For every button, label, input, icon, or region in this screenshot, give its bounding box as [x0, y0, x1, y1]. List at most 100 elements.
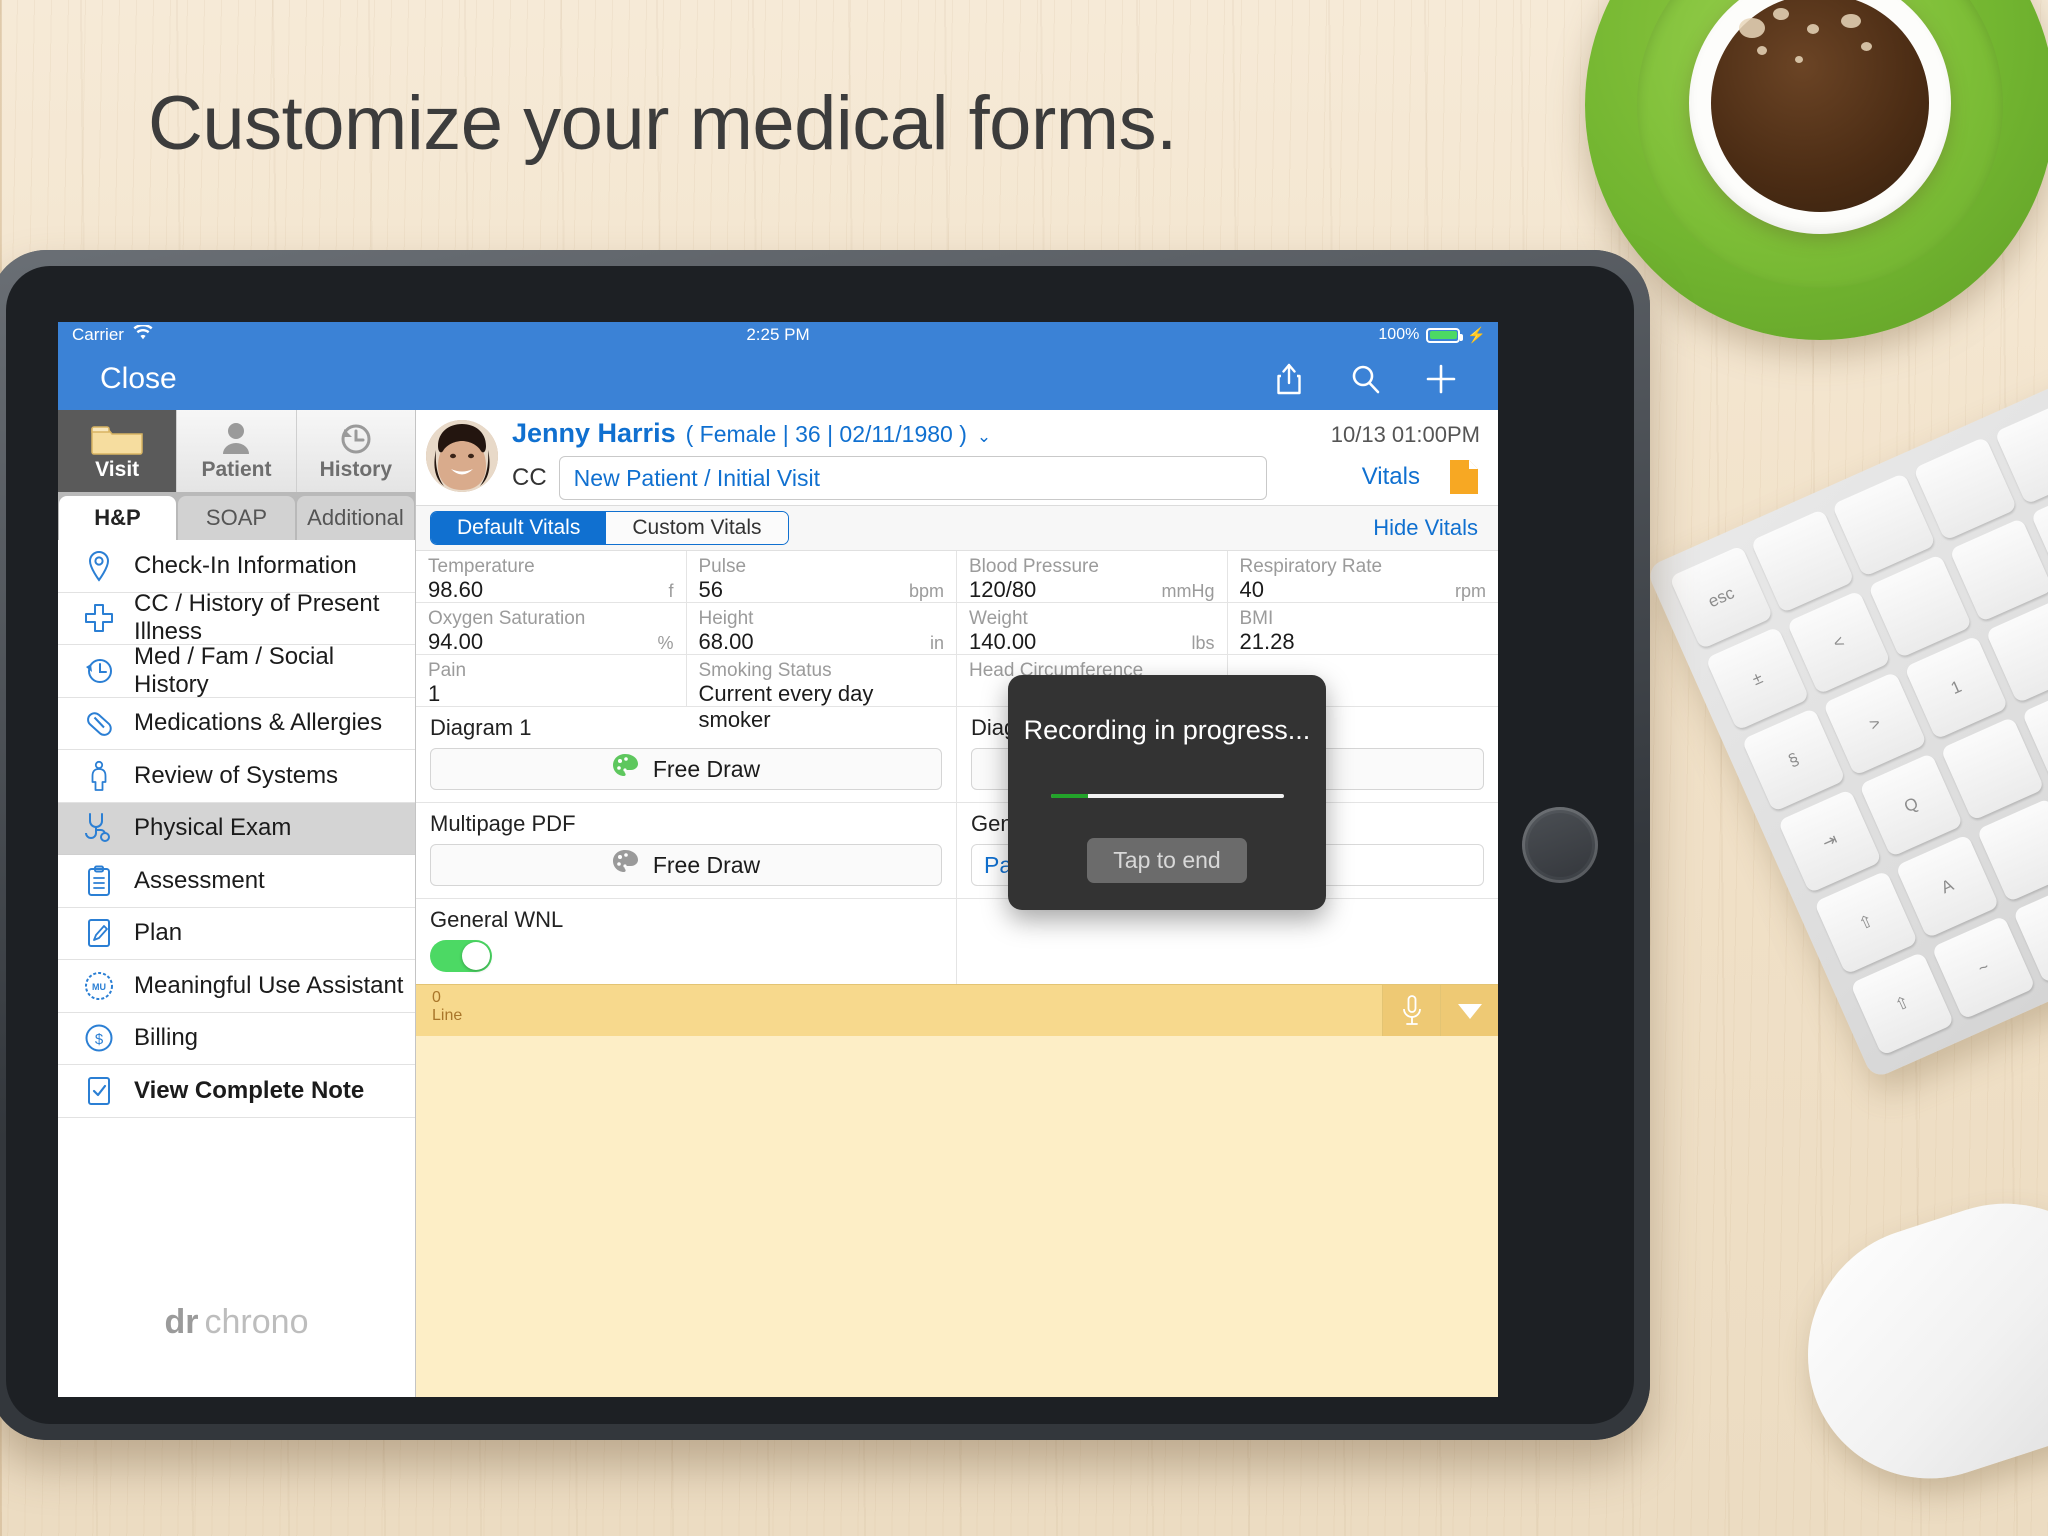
sidebar-item-label: Check-In Information [134, 551, 357, 579]
recording-progress-bar [1050, 794, 1284, 798]
sidebar-item-label: Med / Fam / Social History [134, 642, 335, 698]
general-wnl-toggle[interactable] [430, 940, 492, 972]
vital-cell-temperature[interactable]: Temperature 98.60 f [416, 551, 687, 603]
nav-bar: Close [58, 348, 1498, 410]
vital-label: Pain [428, 660, 467, 681]
clipboard-checklist-icon [82, 864, 116, 898]
brand-mark: dr [164, 1302, 199, 1341]
palette-icon [612, 849, 640, 881]
app-body: Visit Patient History H&P SOAP Additiona… [58, 410, 1498, 1397]
free-draw-label: Free Draw [652, 851, 761, 878]
checked-document-icon [82, 1074, 116, 1108]
segment-patient[interactable]: Patient [177, 410, 297, 492]
patient-header: Jenny Harris ( Female | 36 | 02/11/1980 … [416, 410, 1498, 506]
vital-label: Blood Pressure [969, 556, 1099, 577]
avatar[interactable] [426, 420, 498, 492]
vital-cell-pain[interactable]: Pain 1 [416, 655, 687, 707]
sidebar-item-view-complete-note[interactable]: View Complete Note [58, 1065, 415, 1118]
keyboard-accessory-bar: 0 Line [416, 984, 1498, 1036]
sidebar-item-meaningful-use-assistant[interactable]: MU Meaningful Use Assistant [58, 960, 415, 1013]
segment-visit[interactable]: Visit [58, 410, 178, 492]
vital-unit: mmHg [1161, 580, 1215, 601]
foam-bubble [1795, 56, 1803, 63]
document-icon[interactable] [1448, 458, 1480, 496]
sidebar-item-check-in-information[interactable]: Check-In Information [58, 540, 415, 593]
mu-badge-icon: MU [82, 969, 116, 1003]
tap-to-end-button[interactable]: Tap to end [1087, 838, 1247, 883]
sidebar-item-plan[interactable]: Plan [58, 908, 415, 960]
brand-name: chrono [204, 1302, 309, 1341]
magic-mouse [1774, 1170, 2048, 1510]
chevron-down-icon[interactable]: ⌄ [977, 427, 991, 447]
sidebar-item-med-fam-social-history[interactable]: Med / Fam / Social History [58, 642, 415, 698]
patient-main: Jenny Harris ( Female | 36 | 02/11/1980 … [498, 418, 1283, 500]
folder-icon [89, 420, 145, 456]
vital-value: 120/80 [969, 576, 1037, 602]
vital-cell-respiratory-rate[interactable]: Respiratory Rate 40 rpm [1227, 551, 1498, 603]
vital-label: Smoking Status [698, 660, 832, 681]
segment-history[interactable]: History [296, 410, 415, 492]
vital-cell-pulse[interactable]: Pulse 56 bpm [686, 551, 957, 603]
chevron-down-triangle-icon[interactable] [1440, 985, 1498, 1036]
tab-default-vitals[interactable]: Default Vitals [431, 512, 607, 544]
tab-custom-vitals[interactable]: Custom Vitals [606, 512, 788, 544]
free-draw-button[interactable]: Free Draw [430, 748, 942, 790]
desk-scene: Customize your medical forms. esc ± < § … [0, 0, 2048, 1536]
vital-cell-height[interactable]: Height 68.00 in [686, 603, 957, 655]
ipad-device: Carrier 2:25 PM 100% ⚡ Close Visit Patie… [0, 250, 1650, 1440]
vital-cell-oxygen-saturation[interactable]: Oxygen Saturation 94.00% [416, 603, 687, 655]
microphone-icon[interactable] [1382, 985, 1440, 1036]
free-draw-button[interactable]: Free Draw [430, 844, 942, 886]
sidebar-item-assessment[interactable]: Assessment [58, 855, 415, 908]
chief-complaint-input[interactable]: New Patient / Initial Visit [558, 456, 1267, 500]
section-list: Check-In Information CC / History of Pre… [58, 540, 415, 1247]
segment-history-label: History [319, 458, 392, 481]
vital-cell-blood-pressure[interactable]: Blood Pressure 120/80 mmHg [957, 551, 1228, 603]
foam-bubble [1773, 8, 1789, 20]
vital-cell-weight[interactable]: Weight 140.00 lbs [957, 603, 1228, 655]
search-icon[interactable] [1348, 361, 1382, 397]
vital-cell-smoking-status[interactable]: Smoking Status Current every day smoker [686, 655, 957, 732]
vitals-link[interactable]: Vitals [1362, 463, 1420, 491]
home-button[interactable] [1522, 807, 1598, 883]
vital-value: 40 [1239, 576, 1264, 602]
vital-unit: in [929, 632, 944, 653]
drchrono-logo: dr chrono [58, 1247, 415, 1397]
sidebar-item-medications-allergies[interactable]: Medications & Allergies [58, 698, 415, 750]
sidebar-item-label: Assessment [134, 866, 265, 894]
vital-value: 94.00 [428, 628, 484, 654]
patient-name[interactable]: Jenny Harris [512, 418, 676, 449]
notes-text-area[interactable] [416, 1036, 1498, 1397]
sidebar-item-cc-history-of-present-illness[interactable]: CC / History of Present Illness [58, 590, 415, 646]
plus-icon[interactable] [1424, 361, 1458, 397]
vital-unit: % [657, 632, 674, 653]
recording-modal: Recording in progress... Tap to end [1008, 675, 1326, 910]
share-icon[interactable] [1272, 361, 1306, 397]
vital-value: 1 [428, 680, 441, 706]
form-row-label: Multipage PDF [430, 811, 576, 836]
tab-soap[interactable]: SOAP [178, 496, 295, 540]
sidebar-item-physical-exam[interactable]: Physical Exam [58, 802, 415, 855]
body-icon [82, 759, 116, 793]
form-rows: Diagram 1 Free Draw Multipage PDF Free D… [416, 707, 1498, 984]
vitals-row: Vitals [1362, 458, 1480, 496]
sidebar-item-review-of-systems[interactable]: Review of Systems [58, 750, 415, 803]
page-title: Customize your medical forms. [148, 81, 1177, 166]
stethoscope-icon [82, 811, 116, 845]
patient-name-row[interactable]: Jenny Harris ( Female | 36 | 02/11/1980 … [512, 418, 1283, 456]
sidebar-item-label: CC / History of Present Illness [134, 590, 380, 646]
person-icon [216, 420, 256, 456]
map-pin-icon [82, 549, 116, 583]
close-button[interactable]: Close [58, 362, 373, 396]
vital-cell-bmi[interactable]: BMI 21.28 [1227, 603, 1498, 655]
foam-bubble [1841, 14, 1861, 28]
vital-value: 56 [698, 576, 723, 602]
vital-label: Height [698, 608, 754, 629]
sidebar-item-billing[interactable]: $ Billing [58, 1013, 415, 1065]
pill-icon [82, 706, 116, 740]
tab-hp[interactable]: H&P [59, 496, 176, 540]
hide-vitals-link[interactable]: Hide Vitals [1373, 515, 1484, 541]
tab-additional[interactable]: Additional [297, 496, 414, 540]
clock-rewind-icon [336, 420, 376, 456]
free-draw-label: Free Draw [652, 755, 761, 782]
